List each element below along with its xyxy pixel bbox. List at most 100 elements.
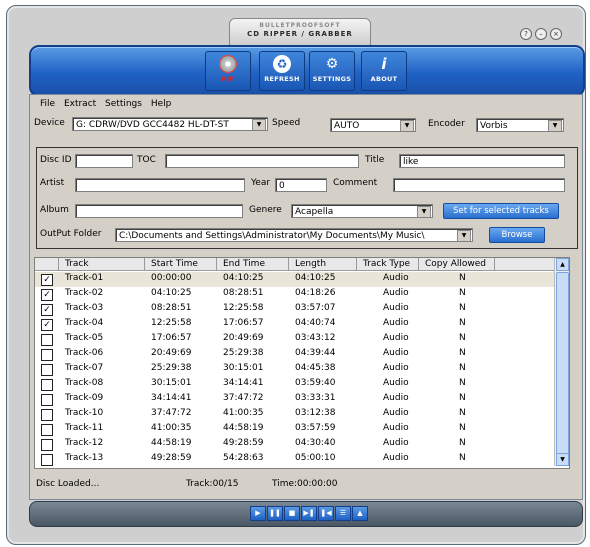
scroll-thumb[interactable] xyxy=(556,272,569,454)
cell-end: 30:15:01 xyxy=(223,363,264,373)
brand-text: BULLETPROOFSOFT xyxy=(259,22,341,29)
year-field[interactable]: 0 xyxy=(275,178,327,192)
table-row[interactable]: ✓ Track-03 08:28:51 12:25:58 03:57:07 Audio N xyxy=(35,302,555,317)
table-row[interactable]: Track-10 37:47:72 41:00:35 03:12:38 Audio N xyxy=(35,407,555,422)
cd-icon xyxy=(219,55,237,73)
menu-extract[interactable]: Extract xyxy=(64,99,96,109)
help-window-button[interactable]: ? xyxy=(520,28,532,40)
encoder-select[interactable]: Vorbis ▼ xyxy=(476,118,564,132)
comment-field[interactable] xyxy=(393,178,565,192)
play-button[interactable]: ▶ xyxy=(250,506,266,521)
scroll-down-icon[interactable]: ▼ xyxy=(556,453,569,466)
track-checkbox[interactable] xyxy=(41,364,53,376)
cell-length: 04:10:25 xyxy=(295,273,336,283)
playlist-button[interactable]: ☰ xyxy=(335,506,351,521)
cell-start: 25:29:38 xyxy=(151,363,192,373)
genre-select[interactable]: Acapella ▼ xyxy=(291,204,433,218)
track-checkbox[interactable] xyxy=(41,439,53,451)
table-row[interactable]: Track-11 41:00:35 44:58:19 03:57:59 Audio N xyxy=(35,422,555,437)
table-row[interactable]: ✓ Track-04 12:25:58 17:06:57 04:40:74 Audio N xyxy=(35,317,555,332)
table-row[interactable]: Track-07 25:29:38 30:15:01 04:45:38 Audio N xyxy=(35,362,555,377)
cell-end: 04:10:25 xyxy=(223,273,264,283)
header-type[interactable]: Track Type xyxy=(357,258,419,271)
toc-field[interactable] xyxy=(165,154,359,168)
device-select[interactable]: G: CDRW/DVD GCC4482 HL-DT-ST ▼ xyxy=(72,117,268,131)
pause-button[interactable]: ❚❚ xyxy=(267,506,283,521)
prev-button[interactable]: ❚◀ xyxy=(318,506,334,521)
cell-track: Track-01 xyxy=(65,273,104,283)
cell-end: 49:28:59 xyxy=(223,438,264,448)
settings-button[interactable]: ⚙ SETTINGS xyxy=(309,51,355,91)
minimize-window-button[interactable]: – xyxy=(535,28,547,40)
track-checkbox[interactable] xyxy=(41,424,53,436)
header-track[interactable]: Track xyxy=(59,258,145,271)
stop-button[interactable]: ■ xyxy=(284,506,300,521)
cell-type: Audio xyxy=(383,453,409,463)
cell-type: Audio xyxy=(383,438,409,448)
close-window-button[interactable]: × xyxy=(550,28,562,40)
header-start[interactable]: Start Time xyxy=(145,258,217,271)
track-checkbox[interactable] xyxy=(41,349,53,361)
artist-field[interactable] xyxy=(75,178,245,192)
track-checkbox[interactable] xyxy=(41,454,53,466)
menu-help[interactable]: Help xyxy=(151,99,172,109)
output-folder-value: C:\Documents and Settings\Administrator\… xyxy=(119,231,425,241)
track-checkbox[interactable] xyxy=(41,379,53,391)
about-button[interactable]: i ABOUT xyxy=(361,51,407,91)
main-panel: File Extract Settings Help Device G: CDR… xyxy=(29,94,583,500)
menu-settings[interactable]: Settings xyxy=(105,99,142,109)
cell-track: Track-13 xyxy=(65,453,104,463)
output-folder-select[interactable]: C:\Documents and Settings\Administrator\… xyxy=(115,228,473,242)
next-button[interactable]: ▶❚ xyxy=(301,506,317,521)
track-checkbox[interactable]: ✓ xyxy=(41,304,53,316)
header-copy[interactable]: Copy Allowed xyxy=(419,258,495,271)
cell-type: Audio xyxy=(383,288,409,298)
table-row[interactable]: Track-09 34:14:41 37:47:72 03:33:31 Audio N xyxy=(35,392,555,407)
genre-value: Acapella xyxy=(295,207,334,217)
cell-copy: N xyxy=(459,438,466,448)
chevron-down-icon: ▼ xyxy=(252,119,266,130)
track-checkbox[interactable]: ✓ xyxy=(41,274,53,286)
cell-end: 37:47:72 xyxy=(223,393,264,403)
year-label: Year xyxy=(251,178,271,188)
discid-field[interactable] xyxy=(75,154,133,168)
status-track: Track:00/15 xyxy=(186,479,239,489)
track-checkbox[interactable] xyxy=(41,409,53,421)
table-row[interactable]: Track-13 49:28:59 54:28:63 05:00:10 Audio N xyxy=(35,452,555,467)
track-checkbox[interactable] xyxy=(41,334,53,346)
table-row[interactable]: Track-12 44:58:19 49:28:59 04:30:40 Audio N xyxy=(35,437,555,452)
menu-file[interactable]: File xyxy=(40,99,55,109)
scroll-up-icon[interactable]: ▲ xyxy=(556,258,569,271)
cell-end: 17:06:57 xyxy=(223,318,264,328)
about-label: ABOUT xyxy=(370,75,398,83)
eject-button[interactable]: ▲ xyxy=(352,506,368,521)
player-bar: ▶ ❚❚ ■ ▶❚ ❚◀ ☰ ▲ xyxy=(29,501,583,527)
cell-track: Track-04 xyxy=(65,318,104,328)
set-selected-tracks-button[interactable]: Set for selected tracks xyxy=(443,203,559,219)
table-row[interactable]: Track-06 20:49:69 25:29:38 04:39:44 Audio N xyxy=(35,347,555,362)
cell-end: 44:58:19 xyxy=(223,423,264,433)
cell-start: 20:49:69 xyxy=(151,348,192,358)
track-checkbox[interactable]: ✓ xyxy=(41,289,53,301)
header-length[interactable]: Length xyxy=(289,258,357,271)
cell-type: Audio xyxy=(383,363,409,373)
cell-copy: N xyxy=(459,303,466,313)
browse-button[interactable]: Browse xyxy=(489,227,545,243)
cell-length: 03:57:07 xyxy=(295,303,336,313)
header-end[interactable]: End Time xyxy=(217,258,289,271)
table-row[interactable]: ✓ Track-01 00:00:00 04:10:25 04:10:25 Audio N xyxy=(35,272,555,287)
rip-button[interactable]: RIP xyxy=(205,51,251,91)
table-row[interactable]: Track-05 17:06:57 20:49:69 03:43:12 Audio N xyxy=(35,332,555,347)
main-toolbar: RIP ♻ REFRESH ⚙ SETTINGS i ABOUT xyxy=(29,45,585,97)
album-field[interactable] xyxy=(75,204,243,218)
cell-end: 25:29:38 xyxy=(223,348,264,358)
refresh-button[interactable]: ♻ REFRESH xyxy=(259,51,305,91)
track-checkbox[interactable]: ✓ xyxy=(41,319,53,331)
speed-select[interactable]: AUTO ▼ xyxy=(330,118,416,132)
cell-copy: N xyxy=(459,288,466,298)
title-field[interactable]: like xyxy=(399,154,565,168)
track-checkbox[interactable] xyxy=(41,394,53,406)
table-row[interactable]: Track-08 30:15:01 34:14:41 03:59:40 Audio N xyxy=(35,377,555,392)
table-row[interactable]: ✓ Track-02 04:10:25 08:28:51 04:18:26 Audio N xyxy=(35,287,555,302)
vertical-scrollbar[interactable]: ▲ ▼ xyxy=(554,258,569,466)
